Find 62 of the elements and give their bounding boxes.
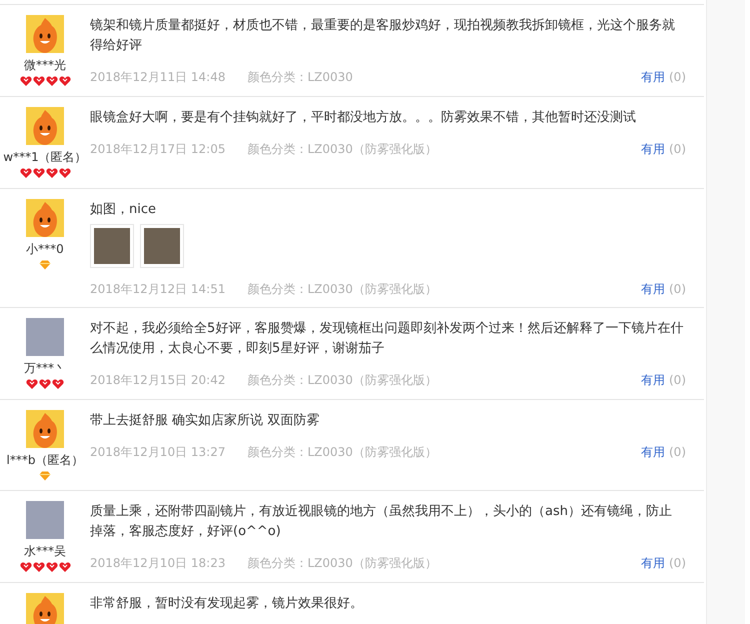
variant-label: 颜色分类：LZ0030（防雾强化版） (247, 281, 437, 298)
variant-label: 颜色分类：LZ0030（防雾强化版） (247, 141, 437, 158)
heart-rank-icon (39, 379, 51, 390)
user-name: 小***0 (26, 241, 64, 257)
review-text: 非常舒服，暂时没有发现起雾，镜片效果很好。 (90, 595, 364, 613)
mascot-avatar-icon (26, 410, 64, 448)
variant-label: 颜色分类：LZ0030 (247, 69, 353, 86)
photo-thumbnail[interactable] (140, 224, 184, 268)
useful-link[interactable]: 有用 (641, 371, 665, 389)
user-name: w***1（匿名） (3, 149, 87, 165)
diamond-rank-icon (39, 471, 51, 481)
user-name: 水***吴 (24, 543, 66, 559)
heart-rank-icon (58, 76, 70, 87)
heart-rank-icon (52, 379, 64, 390)
useful-link[interactable]: 有用 (641, 554, 665, 572)
useful-count: (0) (669, 444, 686, 461)
heart-rank-icon (58, 562, 70, 573)
useful-count: (0) (669, 69, 686, 86)
heart-rank-icon (46, 562, 58, 573)
variant-label: 颜色分类：LZ0030（防雾强化版） (247, 444, 437, 461)
useful-link[interactable]: 有用 (641, 68, 665, 86)
useful-count: (0) (669, 372, 686, 389)
mascot-avatar-icon (26, 107, 64, 145)
useful-count: (0) (669, 281, 686, 298)
avatar-picture-placeholder (26, 318, 64, 356)
review-text: 如图，nice (90, 201, 157, 219)
heart-rank-icon (46, 168, 58, 179)
review-date: 2018年12月12日 14:51 (90, 281, 226, 298)
user-name: l***b（匿名） (6, 452, 84, 468)
review-date: 2018年12月15日 20:42 (90, 372, 226, 389)
heart-rank-icon (32, 562, 44, 573)
mascot-avatar-icon (26, 15, 64, 53)
review-date: 2018年12月10日 18:23 (90, 555, 226, 572)
useful-count: (0) (669, 555, 686, 572)
heart-rank-icon (20, 562, 32, 573)
useful-link[interactable]: 有用 (641, 280, 665, 298)
mascot-avatar-icon (26, 199, 64, 237)
heart-rank-icon (46, 76, 58, 87)
heart-rank-icon (58, 168, 70, 179)
heart-rank-icon (20, 76, 32, 87)
heart-rank-icon (20, 168, 32, 179)
user-name: 微***光 (24, 57, 66, 73)
user-name: 万***丶 (24, 360, 66, 376)
review-date: 2018年12月17日 12:05 (90, 141, 226, 158)
review-text: 对不起，我必须给全5好评，客服赞爆，发现镜框出问题即刻补发两个过来！然后还解释了一下镜片在什么情况使用，太良心不要，即刻5星好评，谢谢茄子 (90, 320, 684, 358)
diamond-rank-icon (39, 260, 51, 270)
useful-count: (0) (669, 141, 686, 158)
heart-rank-icon (32, 76, 44, 87)
review-text: 质量上乘，还附带四副镜片，有放近视眼镜的地方（虽然我用不上），头小的（ash）还有镜绳，防止掉落，客服态度好，好评(o^^o) (90, 503, 673, 541)
review-date: 2018年12月11日 14:48 (90, 69, 226, 86)
useful-link[interactable]: 有用 (641, 443, 665, 461)
heart-rank-icon (26, 379, 38, 390)
review-text: 带上去挺舒服 确实如店家所说 双面防雾 (90, 412, 320, 430)
variant-label: 颜色分类：LZ0030（防雾强化版） (247, 555, 437, 572)
variant-label: 颜色分类：LZ0030（防雾强化版） (247, 372, 437, 389)
review-text: 眼镜盒好大啊，要是有个挂钩就好了，平时都没地方放。。。防雾效果不错，其他暂时还没测试 (90, 109, 637, 127)
heart-rank-icon (32, 168, 44, 179)
review-text: 镜架和镜片质量都挺好，材质也不错，最重要的是客服炒鸡好，现拍视频教我拆卸镜框，光这个服务就得给好评 (90, 17, 676, 55)
photo-thumbnail[interactable] (90, 224, 134, 268)
useful-link[interactable]: 有用 (641, 140, 665, 158)
avatar-picture-placeholder (26, 501, 64, 539)
review-date: 2018年12月10日 13:27 (90, 444, 226, 461)
